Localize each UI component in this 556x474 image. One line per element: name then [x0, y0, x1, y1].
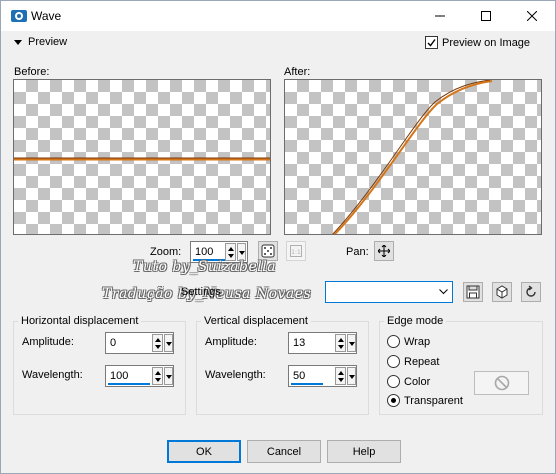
move-icon	[378, 245, 390, 257]
edge-color-swatch[interactable]	[474, 371, 529, 395]
radio-indicator	[387, 375, 400, 388]
preview-toggle[interactable]: Preview	[14, 36, 67, 48]
actual-size-icon: 1:1	[290, 245, 302, 257]
pan-label: Pan:	[346, 246, 369, 258]
checkmark-icon	[427, 39, 436, 47]
pan-button[interactable]	[374, 241, 394, 261]
zoom-value: 100	[195, 246, 214, 258]
horizontal-wavelength-underline	[108, 383, 150, 385]
vertical-wavelength-underline	[291, 383, 323, 385]
close-button[interactable]	[509, 1, 555, 31]
after-label: After:	[284, 66, 311, 78]
minimize-icon	[435, 15, 445, 17]
radio-indicator-selected	[387, 394, 400, 407]
preview-on-image-checkbox[interactable]: Preview on Image	[425, 36, 530, 49]
horizontal-amplitude-field[interactable]: 0	[105, 332, 174, 354]
reset-icon	[526, 285, 536, 297]
reset-button[interactable]	[521, 282, 541, 302]
edge-mode-wrap-label: Wrap	[404, 335, 431, 348]
settings-label: Settings	[181, 286, 221, 298]
horizontal-amplitude-dropdown[interactable]	[164, 334, 173, 352]
horizontal-amplitude-spin[interactable]	[152, 334, 163, 352]
preview-toggle-label: Preview	[28, 36, 68, 48]
before-wave-line	[14, 157, 270, 161]
edge-mode-color-radio[interactable]: Color	[387, 375, 430, 388]
horizontal-wavelength-spin[interactable]	[152, 367, 163, 385]
edge-mode-color-label: Color	[404, 375, 431, 388]
cancel-button[interactable]: Cancel	[247, 440, 321, 463]
window-title: Wave	[31, 9, 62, 23]
vertical-displacement-title: Vertical displacement	[201, 315, 311, 327]
after-preview[interactable]	[284, 79, 542, 235]
horizontal-wavelength-dropdown[interactable]	[164, 367, 173, 385]
radio-indicator	[387, 355, 400, 368]
minimize-button[interactable]	[417, 1, 463, 31]
edge-mode-repeat-label: Repeat	[404, 355, 440, 368]
vertical-amplitude-spin[interactable]	[335, 334, 346, 352]
horizontal-wavelength-value: 100	[110, 370, 129, 382]
vertical-wavelength-spin[interactable]	[335, 367, 346, 385]
maximize-button[interactable]	[463, 1, 509, 31]
delete-icon	[496, 285, 508, 299]
vertical-wavelength-label: Wavelength:	[205, 369, 266, 381]
vertical-amplitude-label: Amplitude:	[205, 336, 257, 348]
vertical-wavelength-field[interactable]: 50	[288, 365, 357, 387]
chevron-down-icon	[14, 39, 22, 45]
no-icon	[494, 375, 509, 391]
zoom-label: Zoom:	[150, 246, 182, 258]
close-icon	[527, 11, 537, 21]
preview-on-image-label: Preview on Image	[442, 36, 531, 49]
vertical-wavelength-value: 50	[293, 370, 306, 382]
edge-mode-transparent-label: Transparent	[404, 394, 463, 407]
vertical-amplitude-dropdown[interactable]	[347, 334, 356, 352]
settings-dropdown[interactable]	[325, 281, 453, 303]
radio-indicator	[387, 335, 400, 348]
zoom-fit-button[interactable]	[258, 241, 278, 261]
horizontal-amplitude-value: 0	[110, 337, 117, 349]
before-label: Before:	[14, 66, 50, 78]
edge-mode-transparent-radio[interactable]: Transparent	[387, 394, 463, 407]
edge-mode-title: Edge mode	[384, 315, 447, 327]
horizontal-amplitude-label: Amplitude:	[22, 336, 74, 348]
horizontal-wavelength-label: Wavelength:	[22, 369, 83, 381]
delete-preset-button[interactable]	[492, 282, 512, 302]
zoom-100-button[interactable]: 1:1	[286, 241, 306, 261]
save-preset-button[interactable]	[463, 282, 483, 302]
svg-text:1:1: 1:1	[291, 249, 301, 256]
save-icon	[466, 285, 480, 299]
dice-icon	[261, 244, 275, 258]
horizontal-displacement-title: Horizontal displacement	[18, 315, 142, 327]
chevron-down-icon	[439, 289, 448, 295]
vertical-wavelength-dropdown[interactable]	[347, 367, 356, 385]
checkbox-box	[425, 36, 438, 49]
vertical-amplitude-value: 13	[293, 337, 306, 349]
wave-app-icon	[11, 10, 27, 22]
edge-mode-repeat-radio[interactable]: Repeat	[387, 355, 439, 368]
watermark-line-1: Tuto by_Suizabella	[133, 259, 277, 275]
vertical-amplitude-field[interactable]: 13	[288, 332, 357, 354]
maximize-icon	[481, 11, 491, 21]
edge-mode-wrap-radio[interactable]: Wrap	[387, 335, 430, 348]
after-wave-line	[332, 80, 493, 234]
ok-button[interactable]: OK	[167, 440, 241, 463]
help-button[interactable]: Help	[327, 440, 401, 463]
title-bar: Wave	[1, 1, 555, 31]
horizontal-wavelength-field[interactable]: 100	[105, 365, 174, 387]
before-preview[interactable]	[13, 79, 271, 235]
